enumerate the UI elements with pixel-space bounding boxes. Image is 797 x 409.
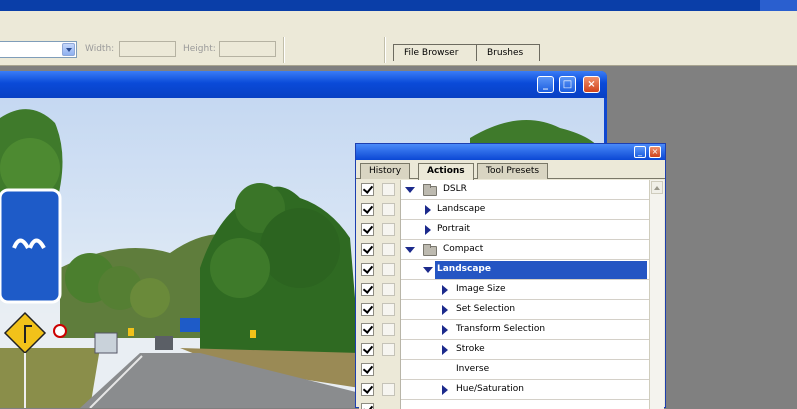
dialog-toggle[interactable] [382, 183, 395, 196]
app-title-bar [0, 0, 797, 11]
palette-tabs: History Actions Tool Presets [356, 160, 665, 189]
list-item[interactable]: Set Selection [359, 300, 649, 320]
action-label: Portrait [437, 224, 471, 234]
expand-triangle-icon[interactable] [425, 225, 431, 235]
expand-triangle-icon[interactable] [442, 285, 448, 295]
step-label: Stroke [456, 344, 485, 354]
dialog-toggle[interactable] [382, 343, 395, 356]
close-icon[interactable]: × [649, 146, 661, 158]
toggle-checkbox[interactable] [361, 383, 374, 396]
toggle-checkbox[interactable] [361, 243, 374, 256]
folder-icon [423, 184, 437, 196]
scroll-up-icon[interactable] [651, 181, 663, 194]
list-item[interactable]: Landscape [359, 200, 649, 220]
dialog-toggle[interactable] [382, 243, 395, 256]
width-field[interactable] [119, 41, 176, 57]
toolbar-divider [283, 37, 285, 63]
style-dropdown[interactable] [0, 41, 77, 58]
tab-history[interactable]: History [360, 163, 411, 179]
height-label: Height: [183, 44, 216, 54]
actions-palette: _ × History Actions Tool Presets DSLR La… [355, 143, 666, 409]
tab-brushes[interactable]: Brushes [476, 44, 540, 61]
toggle-checkbox[interactable] [361, 283, 374, 296]
dialog-toggle[interactable] [382, 283, 395, 296]
dialog-toggle[interactable] [382, 263, 395, 276]
step-label: Inverse [456, 364, 490, 374]
maximize-icon[interactable]: □ [559, 76, 576, 93]
toggle-checkbox[interactable] [361, 203, 374, 216]
list-item[interactable]: Compact [359, 240, 649, 260]
expand-triangle-icon[interactable] [425, 205, 431, 215]
action-label: Landscape [437, 264, 491, 274]
list-item[interactable]: Inverse [359, 360, 649, 380]
close-icon[interactable]: × [583, 76, 600, 93]
palette-title-bar[interactable]: _ × [356, 144, 665, 160]
step-label: Set Selection [456, 304, 516, 314]
expand-triangle-icon[interactable] [442, 325, 448, 335]
dialog-toggle[interactable] [382, 323, 395, 336]
width-label: Width: [85, 44, 115, 54]
step-label: Image Size [456, 284, 506, 294]
document-title-bar[interactable]: _ □ × [0, 71, 607, 98]
dialog-toggle[interactable] [382, 203, 395, 216]
list-item[interactable]: Image Size [359, 280, 649, 300]
list-item[interactable]: Hue/Saturation [359, 380, 649, 400]
palette-well: File Browser Brushes [391, 41, 797, 63]
list-item[interactable]: DSLR [359, 180, 649, 200]
list-item[interactable]: Transform Selection [359, 320, 649, 340]
set-label: DSLR [443, 184, 467, 194]
dialog-toggle[interactable] [382, 303, 395, 316]
scrollbar[interactable] [649, 180, 664, 409]
actions-list: DSLR Landscape Portrait Compact Landscap… [359, 180, 649, 409]
list-item[interactable]: Stroke [359, 340, 649, 360]
set-label: Compact [443, 244, 484, 254]
list-item[interactable]: Portrait [359, 220, 649, 240]
toggle-checkbox[interactable] [361, 223, 374, 236]
dialog-toggle[interactable] [382, 223, 395, 236]
expand-triangle-icon[interactable] [442, 385, 448, 395]
minimize-icon[interactable]: _ [634, 146, 646, 158]
tab-actions[interactable]: Actions [418, 163, 474, 180]
chevron-down-icon[interactable] [62, 43, 75, 56]
toggle-checkbox[interactable] [361, 183, 374, 196]
tab-tool-presets[interactable]: Tool Presets [477, 163, 549, 179]
tab-file-browser[interactable]: File Browser [393, 44, 477, 61]
toggle-checkbox[interactable] [361, 363, 374, 376]
toolbar-divider [384, 37, 386, 63]
expand-triangle-icon[interactable] [442, 345, 448, 355]
expand-triangle-icon[interactable] [405, 247, 415, 253]
step-label: Transform Selection [456, 324, 546, 334]
expand-triangle-icon[interactable] [405, 187, 415, 193]
toggle-checkbox[interactable] [361, 343, 374, 356]
toggle-checkbox[interactable] [361, 303, 374, 316]
toggle-checkbox[interactable] [361, 323, 374, 336]
action-label: Landscape [437, 204, 486, 214]
height-field[interactable] [219, 41, 276, 57]
toggle-checkbox[interactable] [361, 403, 374, 409]
expand-triangle-icon[interactable] [423, 267, 433, 273]
toggle-checkbox[interactable] [361, 263, 374, 276]
minimize-icon[interactable]: _ [537, 76, 554, 93]
step-label: Hue/Saturation [456, 384, 524, 394]
folder-icon [423, 244, 437, 256]
expand-triangle-icon[interactable] [442, 305, 448, 315]
dialog-toggle[interactable] [382, 383, 395, 396]
menu-bar [0, 11, 797, 36]
list-item[interactable]: Landscape [359, 260, 649, 280]
